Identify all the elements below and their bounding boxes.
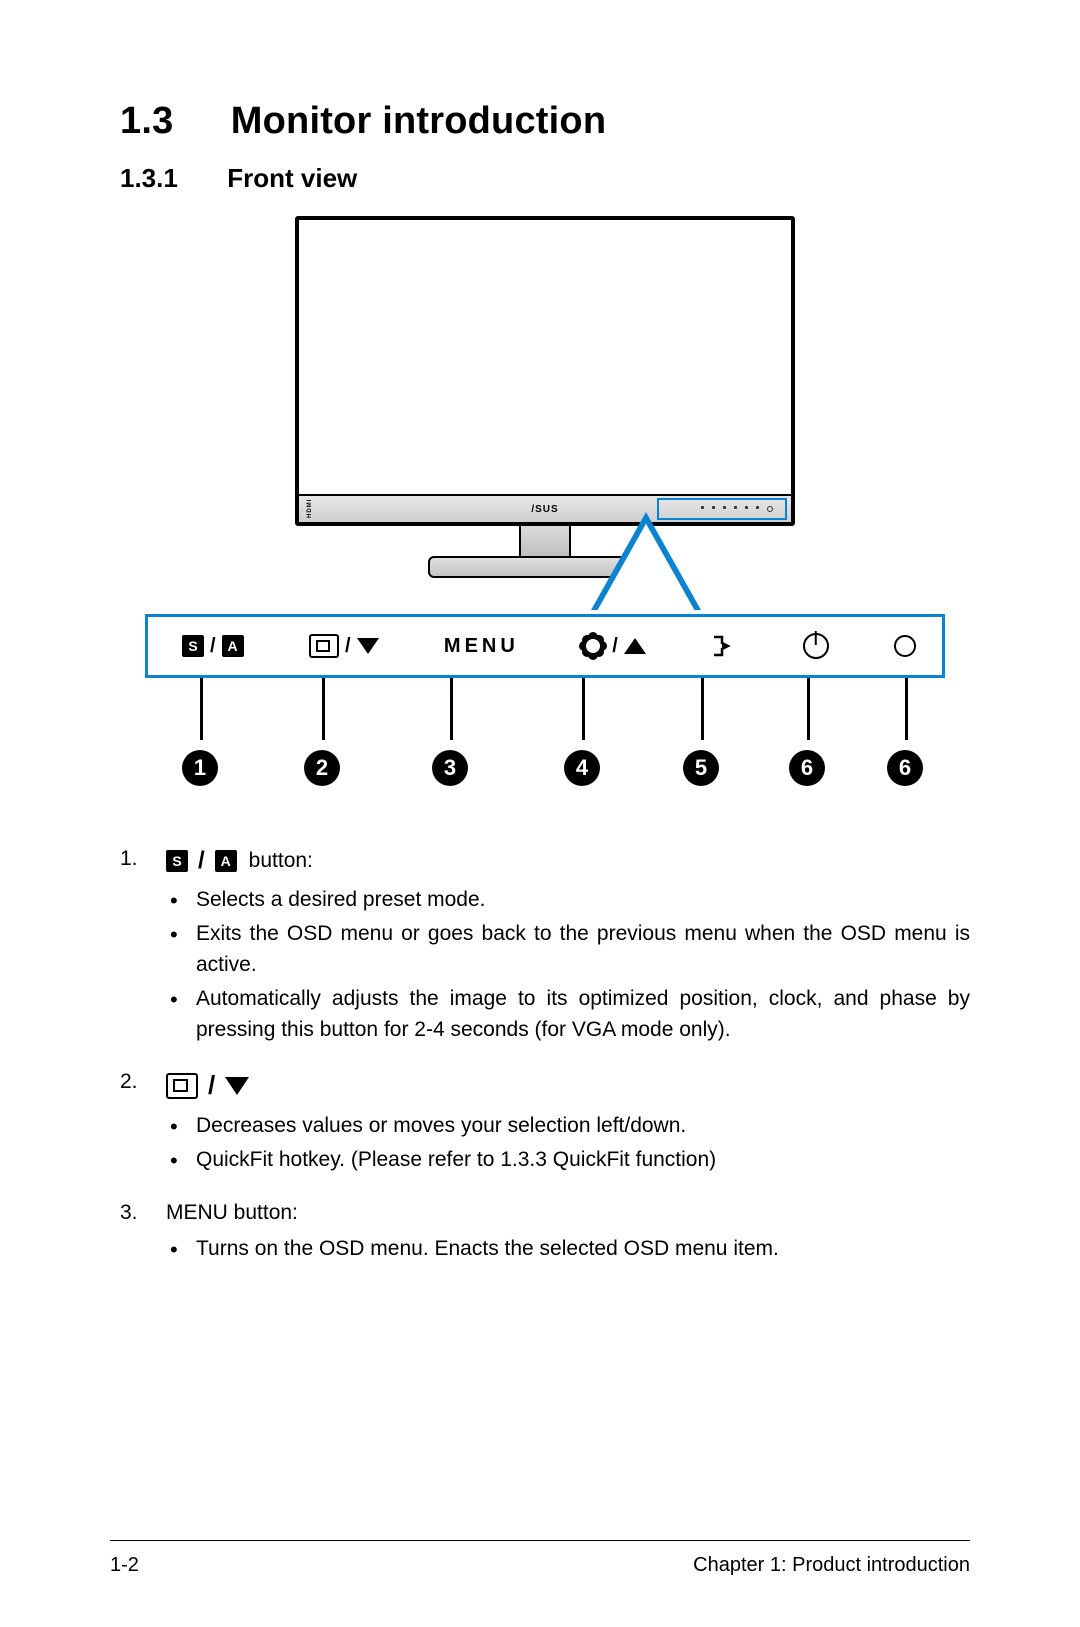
slash-icon: / bbox=[343, 635, 353, 658]
list-item-2-bullet-1: Decreases values or moves your selection… bbox=[166, 1111, 970, 1141]
list-number: 2. bbox=[120, 1067, 166, 1180]
callout-bubble-7: 6 bbox=[887, 750, 923, 786]
triangle-up-icon bbox=[624, 638, 646, 654]
footer-rule bbox=[110, 1540, 970, 1541]
callout-numbers: 1 2 3 4 5 6 6 bbox=[145, 678, 945, 788]
page-number: 1-2 bbox=[110, 1554, 139, 1577]
subsection-number: 1.3.1 bbox=[120, 163, 220, 194]
btn-power-icon bbox=[803, 633, 829, 659]
monitor-bezel: HDMI /SUS bbox=[299, 494, 791, 522]
list-item-1: 1. S / A button: Selects a desired prese… bbox=[120, 844, 970, 1049]
section-number: 1.3 bbox=[120, 100, 220, 143]
list-item-1-tail: button: bbox=[249, 846, 313, 876]
page-footer: 1-2 Chapter 1: Product introduction bbox=[110, 1554, 970, 1577]
section-heading: 1.3 Monitor introduction bbox=[120, 100, 970, 143]
list-number: 1. bbox=[120, 844, 166, 1049]
list-item-2: 2. / Decreases values or moves your sele… bbox=[120, 1067, 970, 1180]
zoom-wedge bbox=[591, 512, 701, 610]
btn-preset-auto-icon: S / A bbox=[182, 635, 244, 658]
brand-logo: /SUS bbox=[531, 504, 558, 515]
list-item-3-bullet-1: Turns on the OSD menu. Enacts the select… bbox=[166, 1234, 970, 1264]
button-description-list: 1. S / A button: Selects a desired prese… bbox=[120, 844, 970, 1268]
led-icon bbox=[894, 635, 916, 657]
slash-icon: / bbox=[610, 635, 620, 658]
callout-bubble-1: 1 bbox=[182, 750, 218, 786]
callout-bubble-5: 5 bbox=[683, 750, 719, 786]
btn-input-select-icon bbox=[711, 634, 737, 658]
btn-quickfit-down-icon: / bbox=[309, 634, 379, 658]
a-box-icon: A bbox=[215, 850, 237, 872]
slash-icon: / bbox=[206, 1067, 217, 1105]
section-title-text: Monitor introduction bbox=[231, 100, 606, 142]
s-box-icon: S bbox=[166, 850, 188, 872]
callout-bubble-6: 6 bbox=[789, 750, 825, 786]
front-view-figure: HDMI /SUS S / A / MENU bbox=[145, 216, 945, 788]
list-number: 3. bbox=[120, 1198, 166, 1269]
quickfit-icon bbox=[309, 634, 339, 658]
monitor-outline: HDMI /SUS bbox=[295, 216, 795, 526]
subsection-title-text: Front view bbox=[227, 163, 357, 193]
list-item-3-head: MENU button: bbox=[166, 1198, 298, 1228]
list-item-2-bullet-2: QuickFit hotkey. (Please refer to 1.3.3 … bbox=[166, 1145, 970, 1175]
led-indicator-icon bbox=[894, 635, 916, 657]
sun-icon bbox=[584, 637, 602, 655]
callout-bubble-2: 2 bbox=[304, 750, 340, 786]
list-item-1-bullet-1: Selects a desired preset mode. bbox=[166, 885, 970, 915]
quickfit-icon bbox=[166, 1073, 198, 1099]
hdmi-label: HDMI bbox=[307, 499, 313, 518]
triangle-down-icon bbox=[357, 638, 379, 654]
list-item-1-bullet-3: Automatically adjusts the image to its o… bbox=[166, 984, 970, 1045]
triangle-down-icon bbox=[225, 1077, 249, 1095]
button-strip: S / A / MENU / bbox=[145, 614, 945, 678]
power-icon bbox=[803, 633, 829, 659]
monitor-illustration: HDMI /SUS bbox=[295, 216, 795, 578]
s-box-icon: S bbox=[182, 635, 204, 657]
callout-bubble-3: 3 bbox=[432, 750, 468, 786]
list-item-1-bullet-2: Exits the OSD menu or goes back to the p… bbox=[166, 919, 970, 980]
a-box-icon: A bbox=[222, 635, 244, 657]
list-item-3: 3. MENU button: Turns on the OSD menu. E… bbox=[120, 1198, 970, 1269]
slash-icon: / bbox=[208, 635, 218, 658]
monitor-stand-neck bbox=[519, 526, 571, 558]
slash-icon: / bbox=[196, 844, 207, 879]
btn-menu-label: MENU bbox=[444, 635, 519, 658]
input-icon bbox=[711, 634, 737, 658]
callout-bubble-4: 4 bbox=[564, 750, 600, 786]
subsection-heading: 1.3.1 Front view bbox=[120, 163, 970, 194]
btn-brightness-up-icon: / bbox=[584, 635, 646, 658]
chapter-label: Chapter 1: Product introduction bbox=[693, 1554, 970, 1577]
